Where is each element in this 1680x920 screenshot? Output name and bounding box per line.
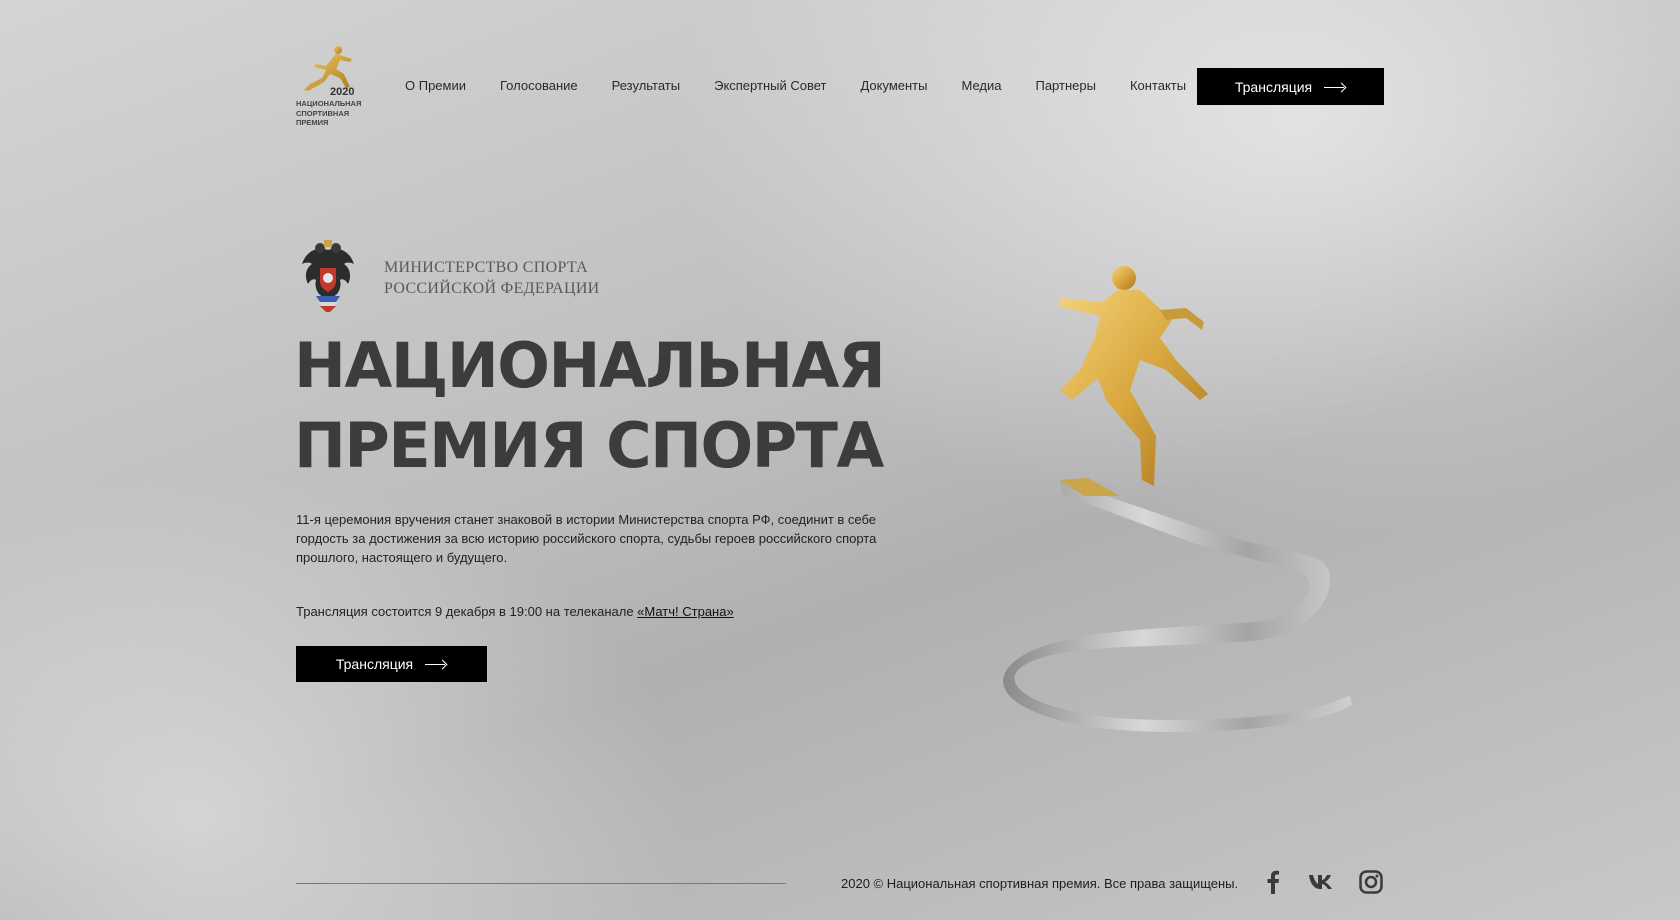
site-logo[interactable]: 2020 НАЦИОНАЛЬНАЯ СПОРТИВНАЯ ПРЕМИЯ: [296, 44, 361, 130]
ministry-block: МИНИСТЕРСТВО СПОРТА РОССИЙСКОЙ ФЕДЕРАЦИИ: [296, 240, 600, 316]
nav-item-documents[interactable]: Документы: [860, 78, 927, 93]
arrow-right-icon: [425, 660, 447, 668]
coat-of-arms-icon: [302, 240, 354, 312]
hero-broadcast-button[interactable]: Трансляция: [296, 646, 487, 682]
hero-title-line-2: ПРЕМИЯ СПОРТА: [294, 409, 884, 482]
logo-text: НАЦИОНАЛЬНАЯ СПОРТИВНАЯ ПРЕМИЯ: [296, 99, 366, 128]
vk-icon: [1309, 875, 1332, 889]
nav-item-results[interactable]: Результаты: [612, 78, 680, 93]
ministry-line-2: РОССИЙСКОЙ ФЕДЕРАЦИИ: [384, 280, 600, 297]
logo-line: НАЦИОНАЛЬНАЯ: [296, 99, 362, 108]
broadcast-info: Трансляция состоится 9 декабря в 19:00 н…: [296, 604, 734, 619]
hero-description: 11-я церемония вручения станет знаковой …: [296, 512, 877, 565]
header-broadcast-button[interactable]: Трансляция: [1197, 68, 1384, 105]
facebook-icon: [1267, 870, 1279, 894]
nav-item-partners[interactable]: Партнеры: [1035, 78, 1095, 93]
hero-title-line-1: НАЦИОНАЛЬНАЯ: [294, 329, 886, 402]
nav-item-contacts[interactable]: Контакты: [1130, 78, 1186, 93]
trophy-statue-image: [1003, 266, 1352, 732]
nav-item-expert-council[interactable]: Экспертный Совет: [714, 78, 826, 93]
footer-divider: [296, 883, 786, 884]
header-broadcast-label: Трансляция: [1234, 78, 1313, 95]
nav-item-media[interactable]: Медиа: [961, 78, 1001, 93]
hero-broadcast-label: Трансляция: [335, 656, 414, 672]
ministry-name: МИНИСТЕРСТВО СПОРТА РОССИЙСКОЙ ФЕДЕРАЦИИ: [384, 257, 600, 299]
arrow-right-icon: [1324, 83, 1346, 91]
hero-title: НАЦИОНАЛЬНАЯ ПРЕМИЯ СПОРТА: [294, 326, 886, 486]
instagram-link[interactable]: [1357, 868, 1385, 896]
logo-line: ПРЕМИЯ: [296, 118, 329, 127]
facebook-link[interactable]: [1259, 868, 1287, 896]
vk-link[interactable]: [1307, 868, 1335, 896]
channel-link[interactable]: «Матч! Страна»: [637, 604, 734, 619]
nav-item-about[interactable]: О Премии: [405, 78, 466, 93]
page: 2020 НАЦИОНАЛЬНАЯ СПОРТИВНАЯ ПРЕМИЯ О Пр…: [0, 0, 1680, 920]
instagram-icon: [1359, 870, 1383, 894]
logo-line: СПОРТИВНАЯ: [296, 108, 350, 118]
ministry-line-1: МИНИСТЕРСТВО СПОРТА: [384, 259, 588, 276]
broadcast-text: Трансляция состоится 9 декабря в 19:00 н…: [296, 604, 638, 619]
logo-year: 2020: [330, 86, 355, 98]
nav-item-voting[interactable]: Голосование: [500, 78, 578, 93]
main-nav: О Премии Голосование Результаты Экспертн…: [405, 78, 1220, 93]
copyright-text: 2020 © Национальная спортивная премия. В…: [841, 876, 1239, 891]
